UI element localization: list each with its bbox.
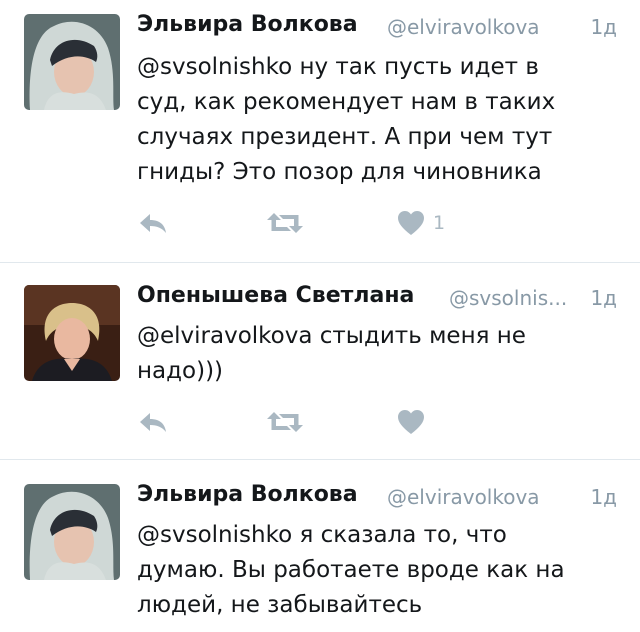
user-handle[interactable]: @elviravolkova: [387, 15, 540, 39]
avatar[interactable]: [24, 14, 120, 110]
avatar-photo: [24, 484, 120, 580]
avatar[interactable]: [24, 484, 120, 580]
display-name[interactable]: Эльвира Волкова: [137, 482, 358, 507]
tweet-text-line: думаю. Вы работаете вроде как на: [137, 557, 565, 583]
avatar[interactable]: [24, 285, 120, 381]
user-handle[interactable]: @elviravolkova: [387, 485, 540, 509]
like-button[interactable]: [397, 405, 425, 439]
reply-icon: [137, 211, 169, 235]
heart-icon: [397, 409, 425, 435]
tweet-actions: 1: [137, 206, 457, 240]
timestamp[interactable]: 1д: [590, 485, 617, 509]
tweet-text: @elviravolkova стыдить меня не надо))): [137, 319, 617, 389]
reply-button[interactable]: [137, 405, 169, 439]
timestamp[interactable]: 1д: [590, 15, 617, 39]
tweet-text-line: @elviravolkova стыдить меня не: [137, 323, 526, 349]
tweet-actions: [137, 405, 457, 439]
tweet-text-line: @svsolnishko я сказала то, что: [137, 522, 507, 548]
tweet-text-line: гниды? Это позор для чиновника: [137, 159, 542, 185]
tweet-text-line: случаях президент. А при чем тут: [137, 124, 553, 150]
user-handle[interactable]: @svsolnis...: [449, 286, 567, 310]
like-count: 1: [433, 212, 446, 234]
retweet-button[interactable]: [265, 206, 305, 240]
tweet-text: @svsolnishko ну так пусть идет в суд, ка…: [137, 50, 617, 190]
tweet[interactable]: Эльвира Волкова @elviravolkova 1д @svsol…: [0, 0, 640, 262]
retweet-button[interactable]: [265, 405, 305, 439]
tweet-text-line: людей, не забывайтесь: [137, 592, 423, 618]
retweet-icon: [265, 409, 305, 435]
tweet-text: @svsolnishko я сказала то, что думаю. Вы…: [137, 518, 617, 623]
tweet-text-line: @svsolnishko ну так пусть идет в: [137, 54, 539, 80]
display-name[interactable]: Опенышева Светлана: [137, 283, 414, 308]
like-button[interactable]: 1: [397, 206, 445, 240]
tweet[interactable]: Опенышева Светлана @svsolnis... 1д @elvi…: [0, 263, 640, 459]
timestamp[interactable]: 1д: [590, 286, 617, 310]
avatar-photo: [24, 285, 120, 381]
tweet-text-line: суд, как рекомендует нам в таких: [137, 89, 556, 115]
retweet-icon: [265, 210, 305, 236]
heart-icon: [397, 210, 425, 236]
reply-icon: [137, 410, 169, 434]
avatar-photo: [24, 14, 120, 110]
tweet[interactable]: Эльвира Волкова @elviravolkova 1д @svsol…: [0, 460, 640, 632]
display-name[interactable]: Эльвира Волкова: [137, 12, 358, 37]
tweet-text-line: надо))): [137, 358, 224, 384]
reply-button[interactable]: [137, 206, 169, 240]
